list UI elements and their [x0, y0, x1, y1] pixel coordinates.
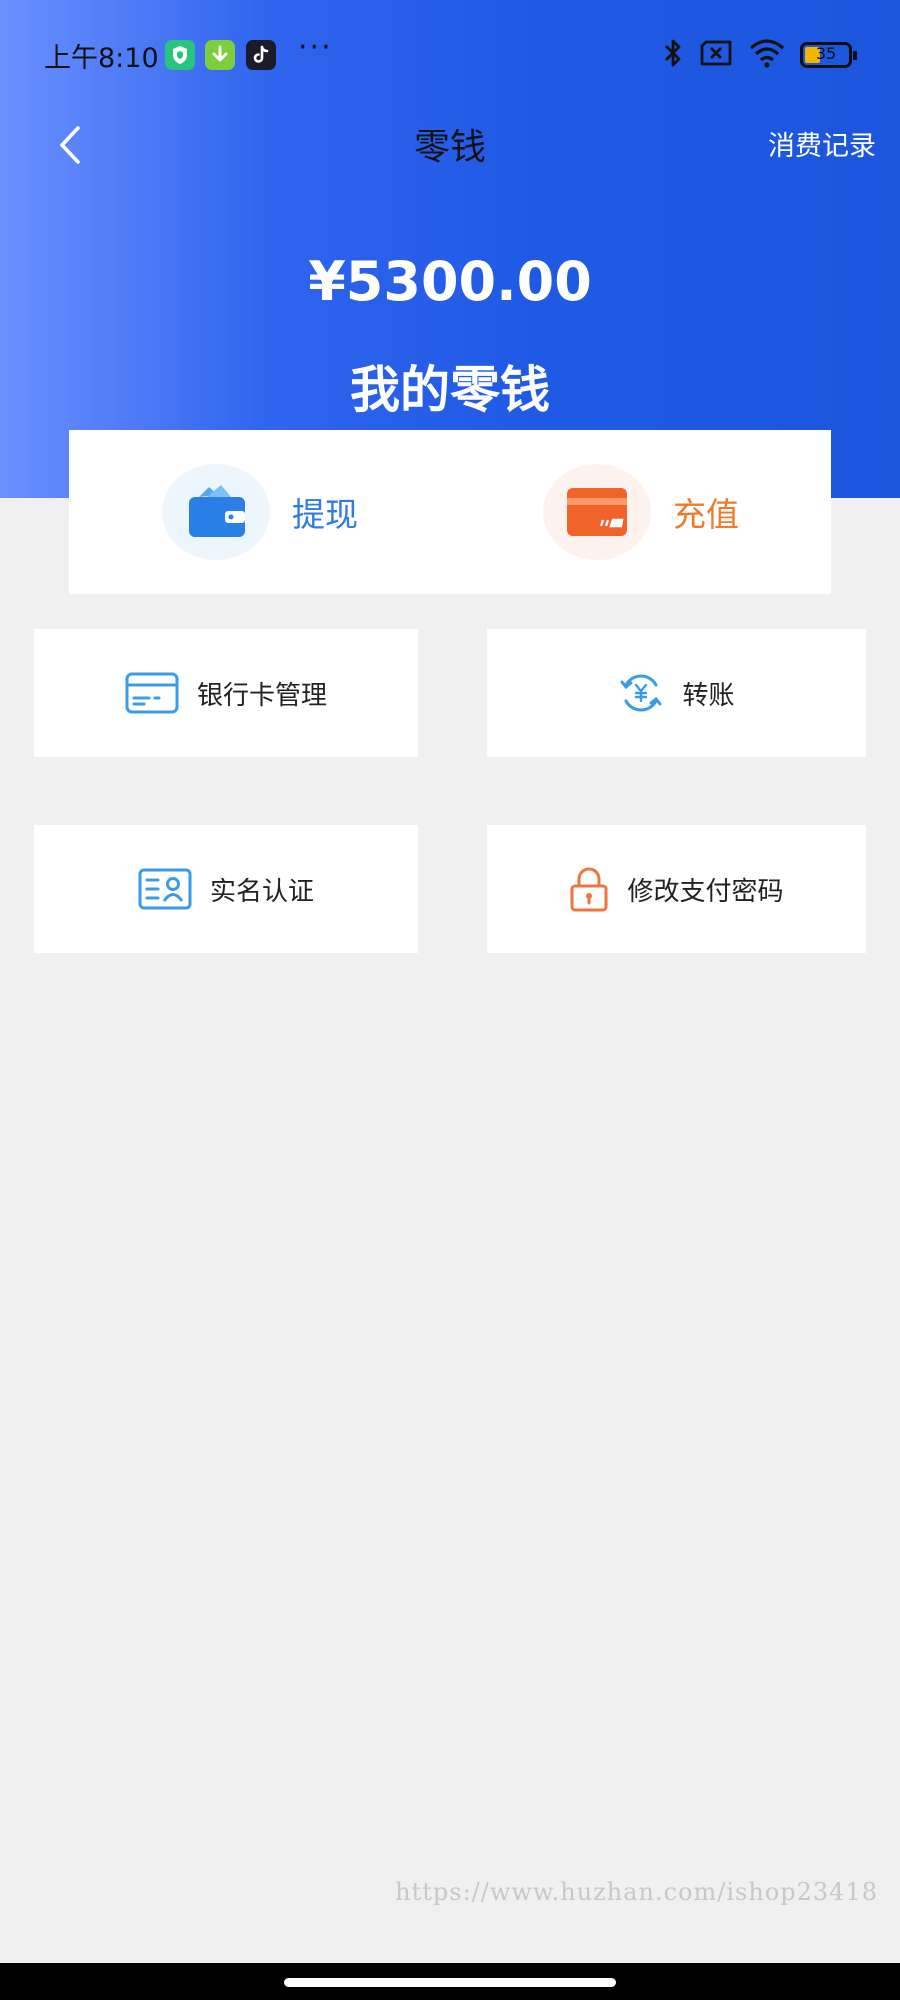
transfer-icon [620, 674, 662, 712]
download-app-icon [205, 40, 235, 70]
recharge-button[interactable]: 充值 [543, 464, 739, 560]
withdraw-icon-circle [162, 464, 270, 560]
home-indicator[interactable] [284, 1978, 616, 1987]
no-sim-icon [698, 39, 734, 71]
bluetooth-icon [662, 37, 684, 73]
bank-card-management-button[interactable]: 银行卡管理 [34, 629, 418, 757]
tiktok-app-icon [246, 40, 276, 70]
status-indicators: 35 [662, 37, 857, 73]
status-more-indicator: ··· [298, 30, 333, 65]
withdraw-label: 提现 [292, 495, 358, 534]
wallet-actions-card: 提现 充值 [69, 430, 831, 594]
consumption-records-link[interactable]: 消费记录 [768, 124, 876, 163]
real-name-verification-button[interactable]: 实名认证 [34, 825, 418, 953]
balance-amount: ¥5300.00 [308, 250, 592, 313]
status-bar: 上午8:10 ··· 35 [0, 28, 900, 82]
wallet-header: 上午8:10 ··· 35 零钱 消费记录 ¥5300.00 我的零钱 [0, 0, 900, 498]
battery-percent: 35 [815, 44, 837, 63]
transfer-button[interactable]: 转账 [487, 629, 866, 757]
id-card-icon [138, 868, 192, 910]
change-payment-password-button[interactable]: 修改支付密码 [487, 825, 866, 953]
bank-card-management-label: 银行卡管理 [196, 680, 327, 711]
wallet-icon [189, 485, 245, 537]
battery-tip [853, 51, 857, 60]
system-navigation-bar [0, 1963, 900, 2000]
lock-icon [570, 867, 608, 912]
change-payment-password-label: 修改支付密码 [627, 876, 784, 907]
transfer-label: 转账 [682, 680, 735, 711]
watermark: https://www.huzhan.com/ishop23418 [395, 1878, 878, 1906]
recharge-label: 充值 [673, 495, 739, 534]
bank-card-icon [125, 672, 179, 714]
real-name-verification-label: 实名认证 [209, 876, 314, 907]
withdraw-button[interactable]: 提现 [162, 464, 358, 560]
battery-icon: 35 [800, 42, 857, 68]
wifi-icon [748, 38, 786, 72]
page-title: 零钱 [413, 127, 486, 168]
status-time: 上午8:10 [44, 43, 159, 74]
shield-app-icon [165, 40, 195, 70]
credit-card-icon [567, 488, 627, 536]
balance-label: 我的零钱 [350, 361, 550, 419]
recharge-icon-circle [543, 464, 651, 560]
